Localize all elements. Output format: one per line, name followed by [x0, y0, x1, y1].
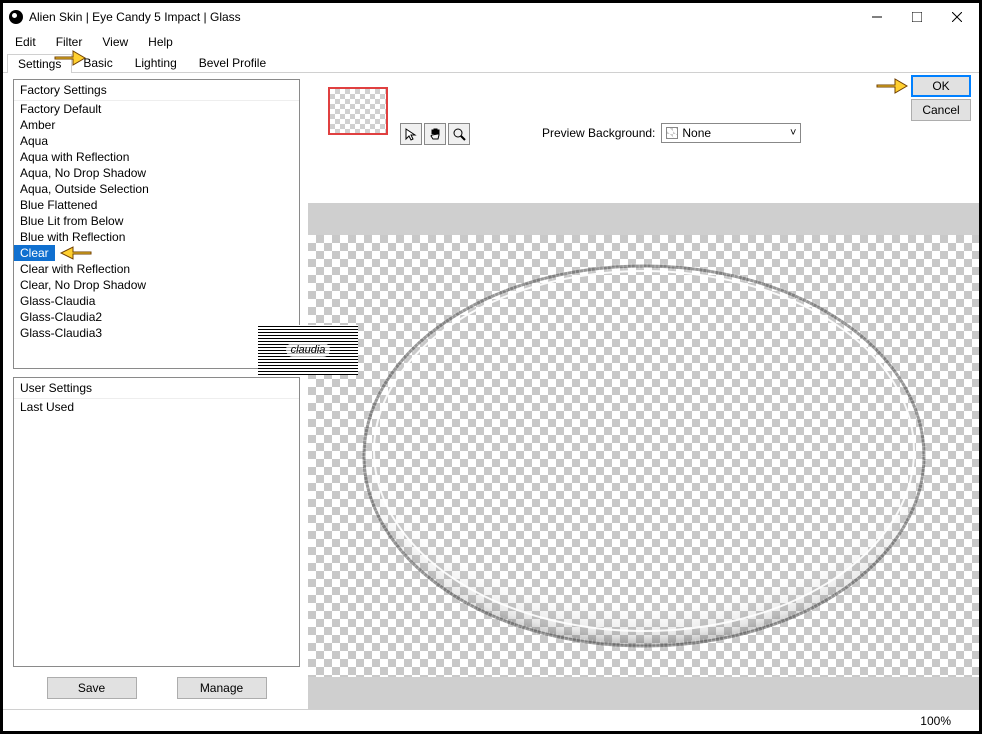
list-item[interactable]: Clear with Reflection [14, 261, 299, 277]
list-item[interactable]: Blue with Reflection [14, 229, 299, 245]
preview-background-control: Preview Background: None [542, 123, 801, 143]
list-item[interactable]: Glass-Claudia3 [14, 325, 299, 341]
left-panel: Factory Settings Factory Default Amber A… [3, 73, 308, 709]
menubar: Edit Filter View Help [3, 31, 979, 53]
menu-help[interactable]: Help [138, 33, 183, 51]
zoom-tool-button[interactable] [448, 123, 470, 145]
app-icon [9, 10, 23, 24]
checker-swatch-icon [666, 127, 678, 139]
top-strip: Preview Background: None [308, 73, 979, 203]
factory-settings-list[interactable]: Factory Settings Factory Default Amber A… [13, 79, 300, 369]
user-settings-header: User Settings [14, 378, 299, 399]
status-bar: 100% [3, 709, 979, 731]
list-item[interactable]: Blue Flattened [14, 197, 299, 213]
list-item[interactable]: Aqua, Outside Selection [14, 181, 299, 197]
titlebar: Alien Skin | Eye Candy 5 Impact | Glass [3, 3, 979, 31]
tabbar: Settings Basic Lighting Bevel Profile [3, 53, 979, 73]
menu-view[interactable]: View [92, 33, 138, 51]
user-settings-list[interactable]: User Settings Last Used [13, 377, 300, 667]
hand-tool-button[interactable] [424, 123, 446, 145]
list-item[interactable]: Last Used [14, 399, 299, 415]
hand-icon [428, 127, 442, 141]
window-controls [857, 5, 977, 29]
zoom-level: 100% [920, 714, 951, 728]
preview-background-select[interactable]: None [661, 123, 801, 143]
pointer-icon [404, 127, 418, 141]
save-button[interactable]: Save [47, 677, 137, 699]
preview-area [308, 203, 979, 709]
list-item[interactable]: Blue Lit from Below [14, 213, 299, 229]
list-item[interactable]: Aqua, No Drop Shadow [14, 165, 299, 181]
preview-bottom-bar [308, 677, 979, 709]
right-panel: OK Cancel Preview Background: [308, 73, 979, 709]
glass-ellipse-preview [354, 256, 934, 656]
main-area: Factory Settings Factory Default Amber A… [3, 73, 979, 709]
close-button[interactable] [937, 5, 977, 29]
minimize-icon [872, 12, 882, 22]
list-item[interactable]: Amber [14, 117, 299, 133]
close-icon [952, 12, 962, 22]
list-item-selected[interactable]: Clear [14, 245, 55, 261]
list-item[interactable]: Clear, No Drop Shadow [14, 277, 299, 293]
preview-top-bar [308, 203, 979, 235]
list-item[interactable]: Factory Default [14, 101, 299, 117]
preview-background-label: Preview Background: [542, 126, 655, 140]
list-item[interactable]: Aqua with Reflection [14, 149, 299, 165]
magnifier-icon [452, 127, 466, 141]
factory-settings-header: Factory Settings [14, 80, 299, 101]
pointer-tool-button[interactable] [400, 123, 422, 145]
maximize-icon [912, 12, 922, 22]
list-item[interactable]: Glass-Claudia [14, 293, 299, 309]
watermark-text: claudia [286, 343, 331, 357]
maximize-button[interactable] [897, 5, 937, 29]
preview-thumbnail[interactable] [328, 87, 388, 135]
pointing-hand-icon [53, 47, 87, 69]
tab-bevel-profile[interactable]: Bevel Profile [188, 53, 277, 72]
preview-toolbar [400, 123, 470, 145]
bottom-buttons: Save Manage [13, 667, 300, 703]
manage-button[interactable]: Manage [177, 677, 267, 699]
list-item[interactable]: Glass-Claudia2 [14, 309, 299, 325]
preview-canvas[interactable] [308, 235, 979, 677]
list-item[interactable]: Aqua [14, 133, 299, 149]
minimize-button[interactable] [857, 5, 897, 29]
watermark: claudia [258, 325, 358, 375]
menu-edit[interactable]: Edit [5, 33, 46, 51]
tab-lighting[interactable]: Lighting [124, 53, 188, 72]
titlebar-left: Alien Skin | Eye Candy 5 Impact | Glass [9, 10, 241, 24]
pointing-hand-icon [59, 245, 93, 261]
window-title: Alien Skin | Eye Candy 5 Impact | Glass [29, 10, 241, 24]
preview-background-value: None [682, 126, 711, 140]
